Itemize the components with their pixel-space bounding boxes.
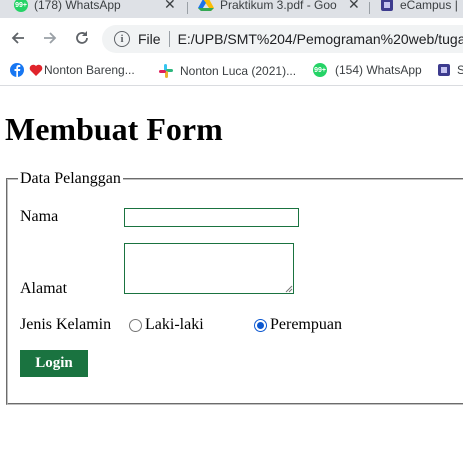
nama-input[interactable] — [124, 208, 299, 227]
reload-icon — [76, 31, 88, 44]
tab-praktikum-pdf[interactable]: Praktikum 3.pdf - Goo ✕ — [198, 0, 368, 18]
url-scheme-label: File — [138, 31, 161, 47]
close-icon[interactable]: ✕ — [164, 0, 176, 13]
nama-label: Nama — [20, 208, 59, 225]
tab-divider — [187, 2, 188, 14]
tab-title: Praktikum 3.pdf - Goo — [220, 0, 337, 12]
back-button[interactable] — [8, 28, 28, 48]
login-button[interactable]: Login — [20, 350, 88, 377]
ecampus-icon — [438, 64, 450, 76]
radio-laki-laki-label[interactable]: Laki-laki — [145, 316, 204, 334]
tab-strip: 99+ (178) WhatsApp ✕ Praktikum 3.pdf - G… — [0, 0, 463, 18]
whatsapp-icon: 99+ — [14, 0, 28, 12]
google-drive-icon — [198, 0, 214, 11]
reload-button[interactable] — [72, 28, 92, 48]
forward-arrow-icon — [44, 32, 57, 44]
slack-icon — [159, 64, 173, 78]
radio-laki-laki[interactable] — [129, 319, 142, 332]
close-icon[interactable]: ✕ — [348, 0, 360, 13]
forward-button[interactable] — [40, 28, 60, 48]
tab-whatsapp[interactable]: 99+ (178) WhatsApp ✕ — [14, 0, 184, 18]
tab-title: (178) WhatsApp — [34, 0, 121, 12]
back-arrow-icon — [11, 32, 24, 44]
bookmark-whatsapp[interactable]: 99+ (154) WhatsApp — [313, 63, 422, 77]
tab-title: eCampus | — [400, 0, 458, 12]
radio-perempuan-label[interactable]: Perempuan — [270, 316, 342, 334]
facebook-icon — [10, 63, 24, 77]
page-title: Membuat Form — [5, 111, 223, 147]
whatsapp-icon: 99+ — [313, 63, 327, 77]
url-text[interactable]: E:/UPB/SMT%204/Pemograman%20web/tugas — [178, 31, 463, 47]
url-divider — [168, 31, 170, 47]
bookmark-label: (154) WhatsApp — [335, 63, 422, 77]
alamat-textarea[interactable] — [124, 243, 294, 294]
fieldset-legend: Data Pelanggan — [20, 170, 121, 187]
bookmarks-bar: Nonton Bareng... Nonton Luca (2021)... 9… — [0, 56, 463, 86]
browser-toolbar: i File E:/UPB/SMT%204/Pemograman%20web/t… — [0, 18, 463, 56]
bookmark-nonton-luca[interactable]: Nonton Luca (2021)... — [158, 63, 296, 79]
radio-perempuan[interactable] — [254, 319, 267, 332]
info-icon[interactable]: i — [114, 31, 130, 47]
bookmark-label: Nonton Bareng... — [44, 63, 135, 77]
alamat-label: Alamat — [20, 280, 68, 297]
jenis-kelamin-label: Jenis Kelamin — [20, 316, 112, 333]
heart-icon — [29, 64, 43, 76]
bookmark-nonton-bareng[interactable]: Nonton Bareng... — [10, 63, 135, 77]
ecampus-icon — [381, 0, 393, 11]
tab-ecampus[interactable]: eCampus | — [380, 0, 463, 18]
resize-grip-icon[interactable] — [283, 283, 293, 293]
address-bar[interactable]: i File E:/UPB/SMT%204/Pemograman%20web/t… — [102, 25, 463, 53]
bookmark-label: S — [457, 63, 463, 77]
bookmark-ecampus[interactable]: S — [437, 63, 463, 77]
page-content: Membuat Form Data Pelanggan Nama Alamat … — [0, 87, 463, 471]
bookmark-label: Nonton Luca (2021)... — [180, 64, 297, 78]
tab-divider — [369, 2, 370, 14]
